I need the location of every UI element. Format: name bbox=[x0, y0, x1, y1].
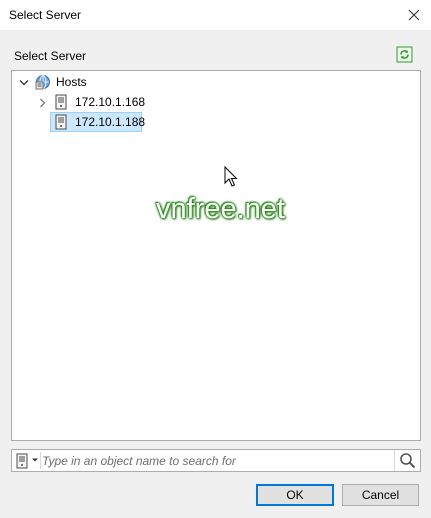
ok-button[interactable]: OK bbox=[256, 484, 334, 506]
server-icon bbox=[55, 94, 67, 110]
section-label: Select Server bbox=[14, 49, 87, 63]
server-icon bbox=[55, 114, 67, 130]
refresh-button[interactable] bbox=[396, 46, 413, 63]
search-icon bbox=[400, 453, 416, 469]
tree-node-hosts-label[interactable]: Hosts bbox=[56, 75, 87, 89]
server-1-expander[interactable] bbox=[37, 97, 49, 109]
hosts-expander[interactable] bbox=[18, 77, 30, 89]
chevron-down-icon bbox=[19, 80, 29, 86]
close-icon bbox=[408, 9, 420, 21]
close-button[interactable] bbox=[397, 0, 431, 30]
cancel-button[interactable]: Cancel bbox=[342, 484, 419, 506]
dropdown-arrow-icon[interactable] bbox=[31, 455, 39, 465]
select-server-dialog: Select Server Select Server Hosts 172.10… bbox=[0, 0, 431, 518]
search-separator bbox=[40, 452, 41, 469]
tree-node-server-2-label[interactable]: 172.10.1.188 bbox=[75, 115, 145, 129]
tree-node-server-1-label[interactable]: 172.10.1.168 bbox=[75, 95, 145, 109]
window-title: Select Server bbox=[9, 8, 82, 22]
title-bar: Select Server bbox=[0, 0, 431, 30]
server-type-icon[interactable] bbox=[15, 453, 29, 469]
watermark-text: vnfree.net bbox=[156, 193, 285, 225]
chevron-right-icon bbox=[40, 98, 46, 108]
mouse-cursor-icon bbox=[224, 166, 238, 187]
hosts-icon bbox=[35, 75, 50, 90]
server-tree[interactable]: Hosts 172.10.1.168 172.10.1.188 bbox=[11, 70, 421, 441]
search-input[interactable] bbox=[42, 451, 394, 470]
search-bar bbox=[11, 449, 421, 472]
search-button[interactable] bbox=[394, 450, 420, 471]
refresh-icon bbox=[396, 46, 413, 63]
